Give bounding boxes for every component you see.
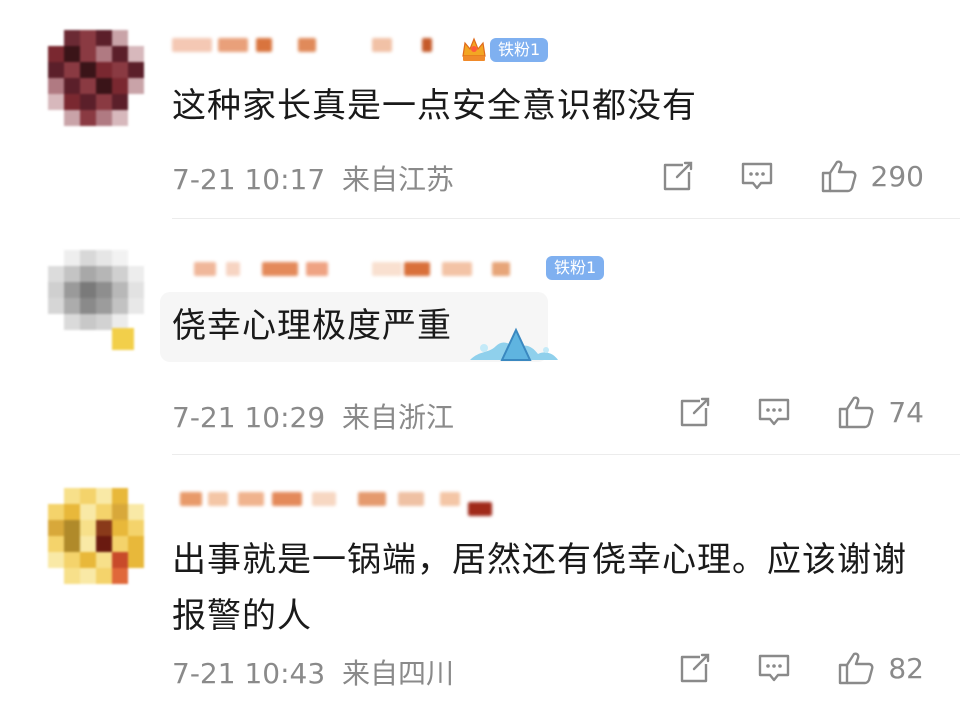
avatar[interactable] — [48, 250, 144, 350]
fan-badge[interactable]: 铁粉1 — [462, 37, 549, 62]
comment-meta: 7-21 10:43 来自四川 — [172, 652, 454, 692]
comment-text: 出事就是一锅端，居然还有侥幸心理。应该谢谢报警的人 — [172, 540, 907, 636]
fan-badge[interactable]: 铁粉1 — [546, 256, 605, 280]
thumbs-up-icon — [821, 160, 856, 193]
comment-icon — [741, 162, 772, 190]
comment-actions: 74 — [676, 394, 924, 430]
fan-badge-label: 铁粉1 — [498, 40, 541, 59]
avatar[interactable] — [48, 30, 144, 126]
divider — [172, 454, 960, 455]
comment-location: 来自四川 — [342, 657, 455, 690]
comment-meta: 7-21 10:29 来自浙江 — [172, 396, 454, 436]
comment-list: 铁粉1 这种家长真是一点安全意识都没有 7-21 10:17 来自江苏 290 … — [0, 0, 960, 727]
avatar[interactable] — [48, 488, 144, 584]
reply-button[interactable] — [756, 395, 792, 429]
share-button[interactable] — [676, 651, 712, 685]
divider — [172, 218, 960, 219]
share-button[interactable] — [676, 395, 712, 429]
share-button[interactable] — [659, 159, 695, 193]
like-count: 74 — [888, 395, 924, 429]
crown-icon — [462, 37, 486, 61]
thumbs-up-icon — [839, 652, 874, 685]
username-blurred[interactable] — [172, 38, 432, 60]
comment-location: 来自浙江 — [342, 401, 455, 434]
share-icon — [681, 653, 710, 683]
comment-meta: 7-21 10:17 来自江苏 — [172, 158, 454, 198]
bubble-decoration-icon — [470, 327, 558, 361]
comment-time: 7-21 10:29 — [172, 401, 326, 434]
share-icon — [681, 397, 710, 427]
comment-item: 铁粉1 这种家长真是一点安全意识都没有 7-21 10:17 来自江苏 290 — [0, 0, 960, 220]
comment-time: 7-21 10:43 — [172, 657, 326, 690]
username-row[interactable] — [172, 486, 532, 526]
comment-location: 来自江苏 — [342, 163, 455, 196]
comment-actions: 290 — [659, 158, 924, 194]
like-button[interactable]: 74 — [836, 394, 924, 430]
comment-item: 出事就是一锅端，居然还有侥幸心理。应该谢谢报警的人 7-21 10:43 来自四… — [0, 456, 960, 727]
fan-badge-label: 铁粉1 — [554, 258, 597, 277]
thumbs-up-icon — [839, 396, 874, 429]
reply-button[interactable] — [739, 159, 775, 193]
username-blurred[interactable] — [172, 262, 532, 284]
like-count: 290 — [870, 159, 924, 193]
reply-button[interactable] — [756, 651, 792, 685]
share-icon — [663, 161, 692, 191]
username-row[interactable]: 铁粉1 — [172, 32, 572, 72]
comment-icon — [759, 654, 790, 682]
like-count: 82 — [888, 651, 924, 685]
like-button[interactable]: 290 — [819, 158, 924, 194]
like-button[interactable]: 82 — [836, 650, 924, 686]
comment-text: 这种家长真是一点安全意识都没有 — [172, 86, 697, 126]
username-blurred[interactable] — [172, 492, 512, 516]
comment-actions: 82 — [676, 650, 924, 686]
username-row[interactable]: 铁粉1 — [172, 256, 612, 296]
comment-icon — [759, 398, 790, 426]
comment-item: 铁粉1 侥幸心理极度严重 7-21 10:29 来自浙江 74 — [0, 220, 960, 456]
comment-time: 7-21 10:17 — [172, 163, 326, 196]
